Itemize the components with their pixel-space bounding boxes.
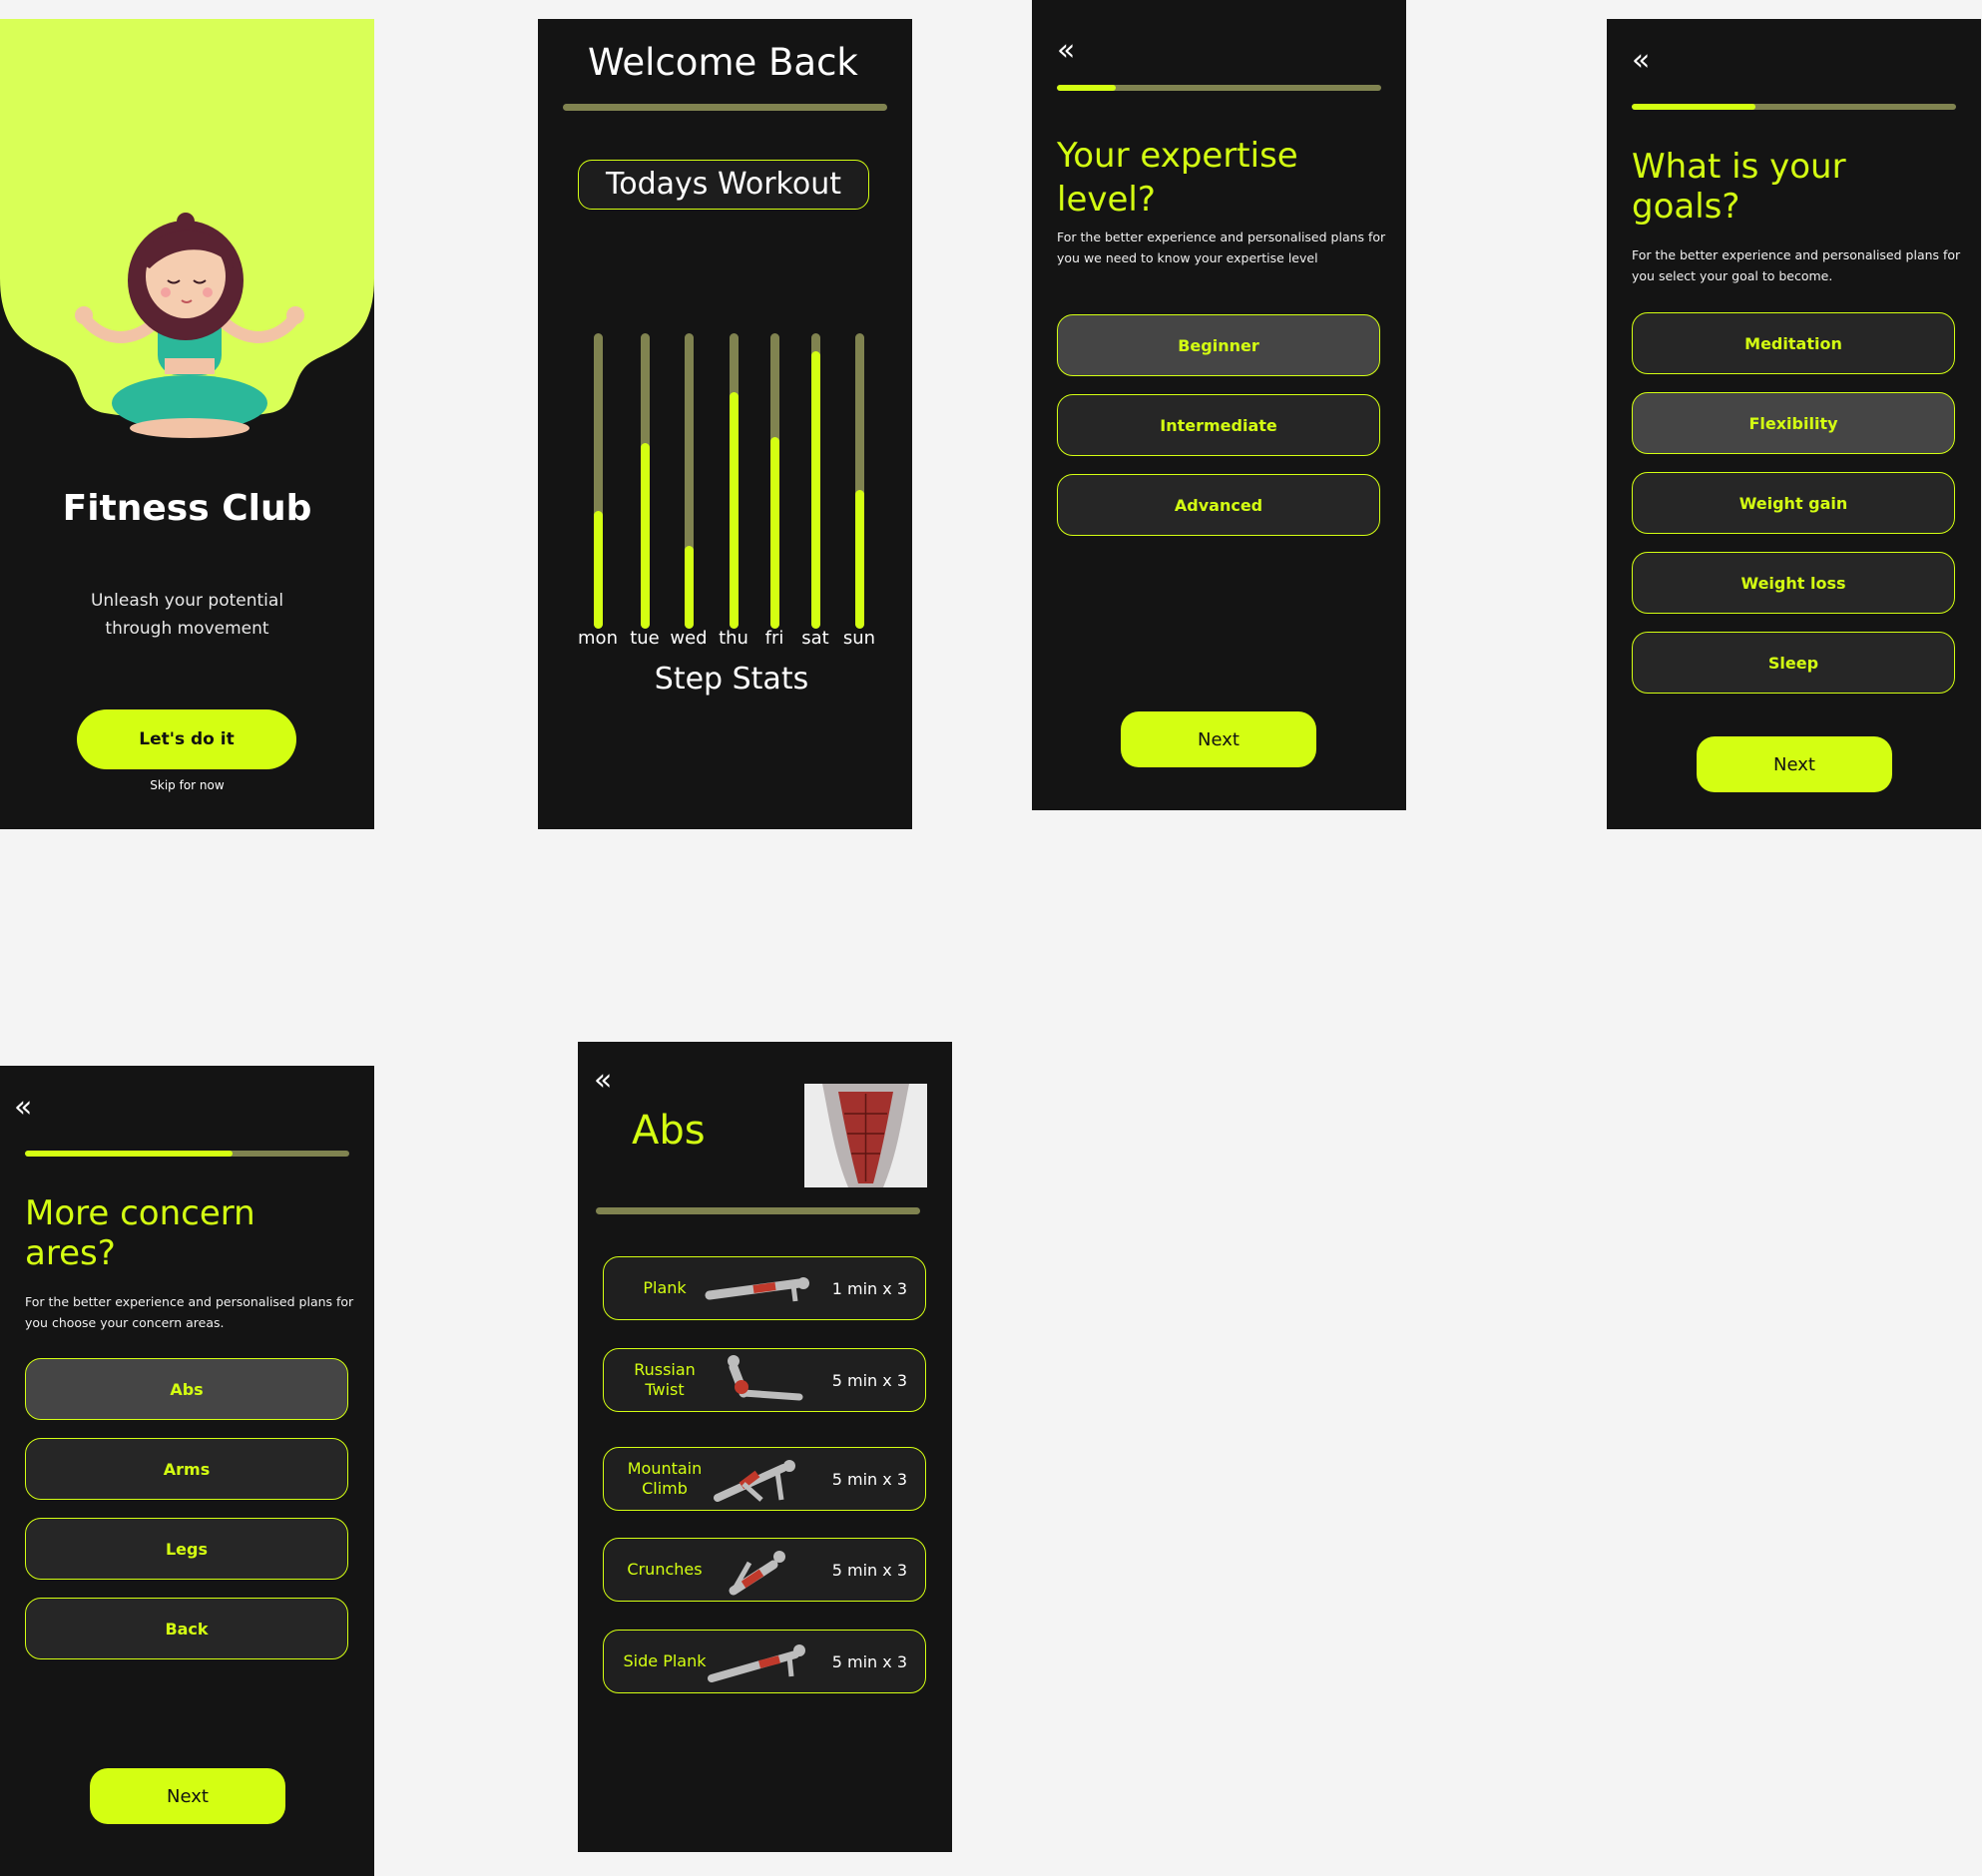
next-button[interactable]: Next (1121, 711, 1316, 767)
exercise-card-plank[interactable]: Plank 1 min x 3 (603, 1256, 926, 1320)
bar-track-fri (769, 333, 779, 629)
bar-track-sun (854, 333, 864, 629)
option-flexibility[interactable]: Flexibility (1632, 392, 1955, 454)
bar-track-wed (684, 333, 694, 629)
exercise-name: Russian Twist (634, 1360, 696, 1399)
progress-bar (1057, 85, 1381, 91)
bar-thu (729, 392, 739, 629)
todays-workout-button[interactable]: Todays Workout (578, 160, 869, 210)
welcome-screen: Welcome Back Todays Workout mon tue wed thu… (538, 19, 912, 829)
crunches-figure-icon (729, 1551, 785, 1596)
exercise-duration: 5 min x 3 (831, 1469, 907, 1489)
meditating-woman-illustration (0, 19, 374, 438)
tick-label-sun: sun (842, 628, 876, 649)
bar-mon (593, 511, 603, 629)
exercise-duration: 1 min x 3 (831, 1278, 907, 1298)
bar-track-thu (729, 333, 739, 629)
bar-fri (769, 437, 779, 629)
bar-track-tue (640, 333, 650, 629)
question-title: What is your goals? (1632, 147, 1846, 227)
exercise-name: Plank (643, 1278, 687, 1297)
question-description: For the better experience and personalis… (1057, 230, 1386, 265)
double-chevron-left-icon[interactable]: « (594, 1066, 612, 1096)
chart-title: Step Stats (654, 662, 809, 697)
double-chevron-left-icon[interactable]: « (1057, 36, 1075, 66)
lets-do-it-button[interactable]: Let's do it (77, 709, 296, 769)
option-weight-loss[interactable]: Weight loss (1632, 552, 1955, 614)
option-arms[interactable]: Arms (25, 1438, 348, 1500)
next-button[interactable]: Next (90, 1768, 285, 1824)
question-description: For the better experience and personalis… (25, 1294, 354, 1330)
progress-bar (1632, 104, 1956, 110)
mountain-climb-figure-icon (714, 1460, 795, 1502)
divider (563, 104, 887, 111)
side-plank-figure-icon (708, 1644, 805, 1682)
option-advanced[interactable]: Advanced (1057, 474, 1380, 536)
bar-track-sat (810, 333, 820, 629)
next-button[interactable]: Next (1697, 736, 1892, 792)
concern-areas-screen: « More concern ares? For the better expe… (0, 1066, 374, 1876)
tick-label-wed: wed (670, 628, 708, 649)
divider (596, 1207, 920, 1214)
exercise-duration: 5 min x 3 (831, 1370, 907, 1390)
tagline: Unleash your potential through movement (90, 591, 284, 639)
bar-track-mon (593, 333, 603, 629)
abs-workout-screen: « Abs Plank 1 min x 3 Russian Twist 5 mi… (578, 1042, 952, 1852)
app-title: Fitness Club (62, 488, 312, 529)
option-weight-gain[interactable]: Weight gain (1632, 472, 1955, 534)
double-chevron-left-icon[interactable]: « (1632, 46, 1650, 76)
page-title: Welcome Back (588, 41, 858, 84)
bar-wed (684, 546, 694, 629)
russian-twist-figure-icon (728, 1355, 803, 1401)
option-meditation[interactable]: Meditation (1632, 312, 1955, 374)
question-description: For the better experience and personalis… (1632, 247, 1961, 283)
tick-label-mon: mon (578, 628, 618, 649)
exercise-duration: 5 min x 3 (831, 1651, 907, 1671)
expertise-screen: « Your expertise level? For the better e… (1032, 0, 1406, 810)
tick-label-sat: sat (801, 628, 829, 649)
option-legs[interactable]: Legs (25, 1518, 348, 1580)
abdominal-muscles-image (804, 1084, 927, 1187)
progress-bar (25, 1151, 349, 1157)
exercise-card-mountain-climb[interactable]: Mountain Climb 5 min x 3 (603, 1447, 926, 1511)
option-sleep[interactable]: Sleep (1632, 632, 1955, 694)
bar-tue (640, 443, 650, 629)
bar-sun (854, 490, 864, 629)
exercise-name: Side Plank (623, 1651, 707, 1670)
exercise-name: Crunches (627, 1560, 703, 1579)
page-title: Abs (632, 1108, 706, 1154)
exercise-name: Mountain Climb (627, 1459, 703, 1498)
double-chevron-left-icon[interactable]: « (14, 1093, 32, 1123)
progress-fill (1057, 85, 1116, 91)
option-beginner[interactable]: Beginner (1057, 314, 1380, 376)
exercise-duration: 5 min x 3 (831, 1560, 907, 1580)
tick-label-tue: tue (630, 628, 660, 649)
plank-figure-icon (705, 1277, 809, 1302)
question-title: Your expertise level? (1057, 136, 1298, 220)
skip-link[interactable]: Skip for now (0, 778, 374, 792)
exercise-card-crunches[interactable]: Crunches 5 min x 3 (603, 1538, 926, 1602)
option-abs[interactable]: Abs (25, 1358, 348, 1420)
bar-sat (810, 351, 820, 629)
exercise-card-side-plank[interactable]: Side Plank 5 min x 3 (603, 1630, 926, 1693)
progress-fill (25, 1151, 233, 1157)
splash-screen: Fitness Club Unleash your potential thro… (0, 19, 374, 829)
goals-screen: « What is your goals? For the better exp… (1607, 19, 1981, 829)
progress-fill (1632, 104, 1755, 110)
option-intermediate[interactable]: Intermediate (1057, 394, 1380, 456)
question-title: More concern ares? (25, 1193, 255, 1273)
exercise-card-russian-twist[interactable]: Russian Twist 5 min x 3 (603, 1348, 926, 1412)
option-back[interactable]: Back (25, 1598, 348, 1659)
